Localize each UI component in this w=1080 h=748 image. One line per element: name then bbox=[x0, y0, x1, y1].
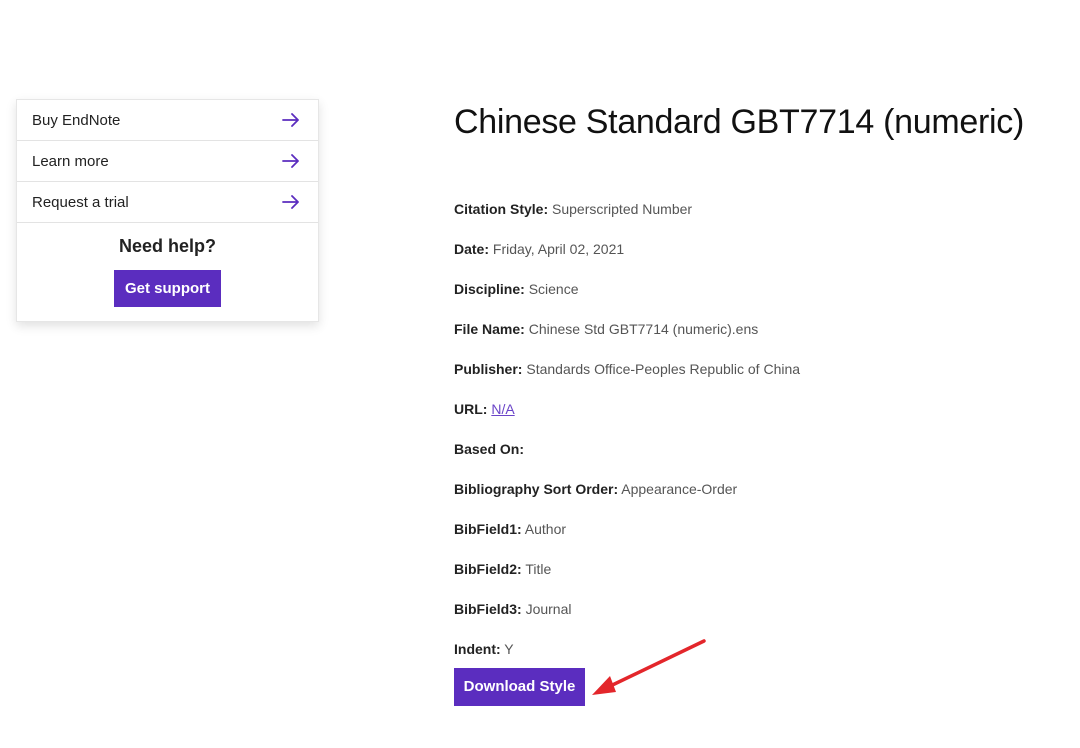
field-label: BibField1: bbox=[454, 521, 522, 537]
field-label: Citation Style: bbox=[454, 201, 549, 217]
field-label: Based On: bbox=[454, 441, 525, 457]
field-publisher: Publisher: Standards Office-Peoples Repu… bbox=[454, 358, 1064, 398]
sidebar-card: Buy EndNote Learn more Request a trial N… bbox=[16, 99, 319, 322]
field-label: Bibliography Sort Order: bbox=[454, 481, 619, 497]
field-label: URL: bbox=[454, 401, 488, 417]
field-value: Friday, April 02, 2021 bbox=[492, 241, 625, 257]
field-label: Discipline: bbox=[454, 281, 525, 297]
field-label: File Name: bbox=[454, 321, 525, 337]
buy-endnote-label: Buy EndNote bbox=[32, 111, 121, 129]
field-based-on: Based On: bbox=[454, 438, 1064, 478]
arrow-right-icon bbox=[282, 195, 299, 209]
url-link[interactable]: N/A bbox=[491, 401, 514, 417]
field-value: Journal bbox=[525, 601, 572, 617]
download-style-button[interactable]: Download Style bbox=[454, 667, 585, 706]
field-value: Author bbox=[524, 521, 567, 537]
buy-endnote-link[interactable]: Buy EndNote bbox=[17, 100, 318, 141]
field-date: Date: Friday, April 02, 2021 bbox=[454, 238, 1064, 278]
field-value: Appearance-Order bbox=[621, 481, 738, 497]
style-details: Chinese Standard GBT7714 (numeric) Citat… bbox=[454, 102, 1064, 706]
field-sort-order: Bibliography Sort Order: Appearance-Orde… bbox=[454, 478, 1064, 518]
get-support-button[interactable]: Get support bbox=[114, 270, 221, 307]
field-label: BibField2: bbox=[454, 561, 522, 577]
request-trial-label: Request a trial bbox=[32, 193, 129, 211]
page-title: Chinese Standard GBT7714 (numeric) bbox=[454, 103, 1024, 141]
field-file-name: File Name: Chinese Std GBT7714 (numeric)… bbox=[454, 318, 1064, 358]
field-value: Title bbox=[525, 561, 552, 577]
field-list: Citation Style: Superscripted Number Dat… bbox=[454, 198, 1064, 678]
field-bibfield2: BibField2: Title bbox=[454, 558, 1064, 598]
arrow-right-icon bbox=[282, 113, 299, 127]
field-label: Publisher: bbox=[454, 361, 523, 377]
field-value: Superscripted Number bbox=[552, 201, 693, 217]
field-value: Y bbox=[504, 641, 514, 657]
request-trial-link[interactable]: Request a trial bbox=[17, 182, 318, 223]
learn-more-label: Learn more bbox=[32, 152, 109, 170]
field-value: Standards Office-Peoples Republic of Chi… bbox=[526, 361, 801, 377]
annotation-arrow-icon bbox=[592, 639, 706, 695]
field-label: Indent: bbox=[454, 641, 501, 657]
field-bibfield1: BibField1: Author bbox=[454, 518, 1064, 558]
field-value: Science bbox=[528, 281, 579, 297]
field-citation-style: Citation Style: Superscripted Number bbox=[454, 198, 1064, 238]
page: Buy EndNote Learn more Request a trial N… bbox=[0, 0, 1080, 748]
arrow-right-icon bbox=[282, 154, 299, 168]
field-value: Chinese Std GBT7714 (numeric).ens bbox=[528, 321, 759, 337]
field-bibfield3: BibField3: Journal bbox=[454, 598, 1064, 638]
need-help-heading: Need help? bbox=[118, 236, 216, 256]
field-discipline: Discipline: Science bbox=[454, 278, 1064, 318]
field-url: URL: N/A bbox=[454, 398, 1064, 438]
field-label: BibField3: bbox=[454, 601, 522, 617]
field-label: Date: bbox=[454, 241, 490, 257]
learn-more-link[interactable]: Learn more bbox=[17, 141, 318, 182]
